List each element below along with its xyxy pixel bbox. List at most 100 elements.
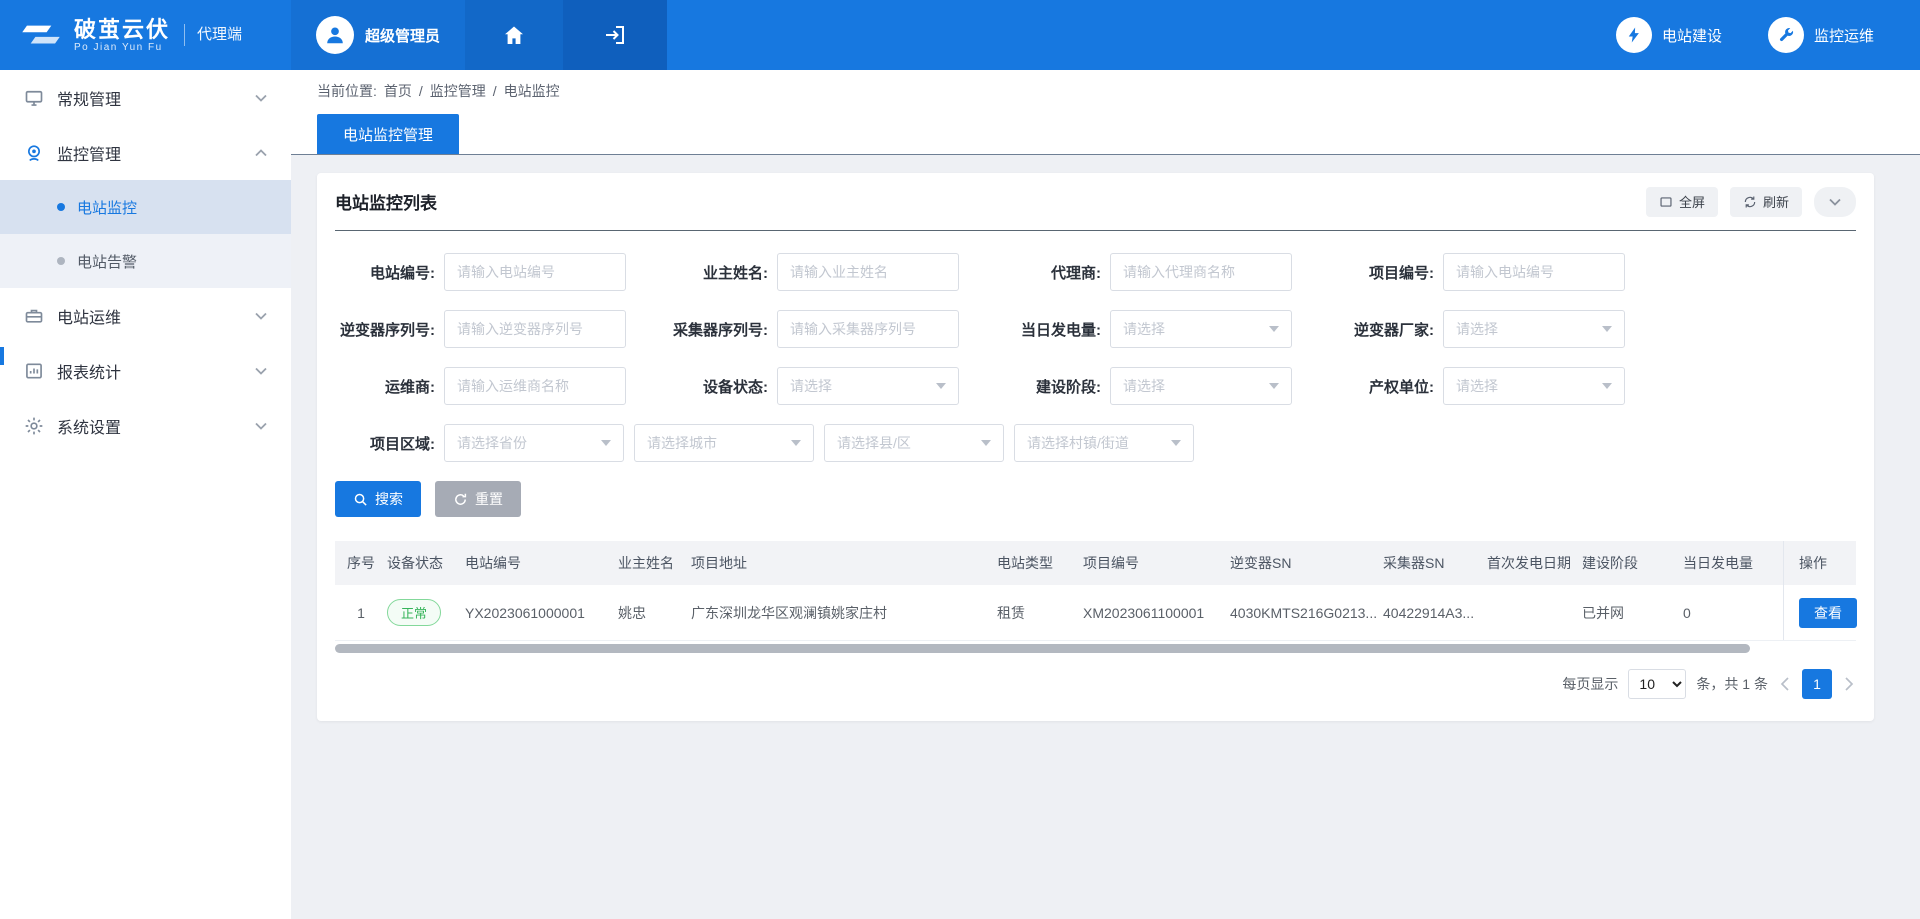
device-status-select[interactable]: 请选择	[777, 367, 959, 405]
cell-index: 1	[335, 605, 387, 621]
agent-input[interactable]	[1110, 253, 1292, 291]
per-page-label: 每页显示	[1562, 674, 1618, 694]
fullscreen-icon	[1659, 195, 1673, 209]
filter-label: 逆变器厂家:	[1334, 319, 1434, 340]
home-button[interactable]	[465, 0, 563, 70]
property-unit-select[interactable]: 请选择	[1443, 367, 1625, 405]
filter-collector-sn: 采集器序列号:	[668, 310, 1001, 348]
owner-name-input[interactable]	[777, 253, 959, 291]
horizontal-scrollbar	[335, 644, 1856, 653]
chevron-down-icon	[936, 383, 946, 389]
search-button[interactable]: 搜索	[335, 481, 421, 517]
sidebar-item-label: 监控管理	[57, 141, 242, 165]
col-header-stage: 建设阶段	[1582, 553, 1683, 573]
prev-page-button[interactable]	[1778, 677, 1792, 691]
cell-owner: 姚忠	[618, 603, 691, 623]
chevron-down-icon	[1829, 198, 1841, 206]
refresh-button[interactable]: 刷新	[1730, 187, 1802, 217]
select-placeholder: 请选择	[1456, 319, 1498, 339]
province-select[interactable]: 请选择省份	[444, 424, 624, 462]
chevron-down-icon	[1602, 383, 1612, 389]
nav-station-construction[interactable]: 电站建设	[1616, 0, 1722, 70]
daily-power-select[interactable]: 请选择	[1110, 310, 1292, 348]
fullscreen-button[interactable]: 全屏	[1646, 187, 1718, 217]
page-body: 电站监控列表 全屏 刷新	[291, 155, 1920, 721]
collapse-button[interactable]	[1814, 187, 1856, 217]
cell-stage: 已并网	[1582, 603, 1683, 623]
city-select[interactable]: 请选择城市	[634, 424, 814, 462]
col-header-status: 设备状态	[387, 553, 465, 573]
bullet-icon	[57, 203, 65, 211]
chevron-right-icon	[1844, 677, 1854, 691]
col-header-collector-sn: 采集器SN	[1383, 553, 1487, 573]
user-menu[interactable]: 超级管理员	[291, 0, 465, 70]
sidebar-item-station-ops[interactable]: 电站运维	[0, 288, 291, 343]
filter-panel: 电站编号: 业主姓名: 代理商: 项目编号:	[335, 231, 1856, 517]
build-stage-select[interactable]: 请选择	[1110, 367, 1292, 405]
report-chart-icon	[24, 361, 44, 381]
filter-daily-power: 当日发电量: 请选择	[1001, 310, 1334, 348]
view-button[interactable]: 查看	[1799, 598, 1857, 628]
collector-sn-input[interactable]	[777, 310, 959, 348]
filter-label: 业主姓名:	[668, 262, 768, 283]
breadcrumb-item-home[interactable]: 首页	[384, 81, 412, 101]
wrench-icon	[1768, 17, 1804, 53]
nav-link-label: 电站建设	[1662, 25, 1722, 46]
station-no-input[interactable]	[444, 253, 626, 291]
inverter-vendor-select[interactable]: 请选择	[1443, 310, 1625, 348]
page-title: 电站监控列表	[335, 189, 437, 214]
sidebar-item-station-alarm[interactable]: 电站告警	[0, 234, 291, 288]
sidebar-item-settings[interactable]: 系统设置	[0, 398, 291, 453]
top-header: 破茧云伏 Po Jian Yun Fu 代理端 超级管理员	[0, 0, 1920, 70]
filter-label: 项目区域:	[335, 433, 435, 454]
main-content: 当前位置: 首页 / 监控管理 / 电站监控 电站监控管理 电站监控列表 全屏	[291, 70, 1920, 919]
page-size-select[interactable]: 10	[1628, 669, 1686, 699]
cell-daily-power: 0	[1683, 605, 1783, 621]
town-select[interactable]: 请选择村镇/街道	[1014, 424, 1194, 462]
chevron-down-icon	[255, 422, 267, 430]
breadcrumb-item-monitoring[interactable]: 监控管理	[430, 81, 486, 101]
nav-monitor-ops[interactable]: 监控运维	[1768, 0, 1874, 70]
logo-text: 破茧云伏 Po Jian Yun Fu	[74, 18, 170, 53]
filter-ops-vendor: 运维商:	[335, 367, 668, 405]
cell-project-no: XM2023061100001	[1083, 605, 1230, 621]
col-header-type: 电站类型	[997, 553, 1083, 573]
county-select[interactable]: 请选择县/区	[824, 424, 1004, 462]
sidebar-item-reports[interactable]: 报表统计	[0, 343, 291, 398]
filter-station-no: 电站编号:	[335, 253, 668, 291]
cell-collector-sn: 40422914A3...	[1383, 605, 1487, 621]
filter-row-region: 项目区域: 请选择省份 请选择城市	[335, 424, 1856, 462]
cell-address: 广东深圳龙华区观澜镇姚家庄村	[691, 603, 997, 623]
breadcrumb-item-station-monitor[interactable]: 电站监控	[504, 81, 560, 101]
monitor-icon	[24, 88, 44, 108]
col-header-actions: 操作	[1783, 541, 1857, 585]
table-header-row: 序号 设备状态 电站编号 业主姓名 项目地址 电站类型 项目编号 逆变器SN 采…	[335, 541, 1856, 585]
scrollbar-thumb[interactable]	[335, 644, 1750, 653]
filter-label: 采集器序列号:	[668, 319, 768, 340]
filter-label: 电站编号:	[335, 262, 435, 283]
sidebar-scroll-indicator	[0, 347, 4, 365]
sidebar-item-label: 常规管理	[57, 86, 242, 110]
next-page-button[interactable]	[1842, 677, 1856, 691]
select-placeholder: 请选择村镇/街道	[1027, 433, 1129, 453]
sidebar-item-general[interactable]: 常规管理	[0, 70, 291, 125]
select-placeholder: 请选择	[1123, 319, 1165, 339]
chevron-down-icon	[1269, 383, 1279, 389]
tab-station-monitor-management[interactable]: 电站监控管理	[317, 114, 459, 154]
page-number-1[interactable]: 1	[1802, 669, 1832, 699]
logout-button[interactable]	[563, 0, 667, 70]
select-placeholder: 请选择	[790, 376, 832, 396]
sidebar-subitem-label: 电站告警	[77, 251, 137, 272]
sidebar-submenu-monitoring: 电站监控 电站告警	[0, 180, 291, 288]
inverter-sn-input[interactable]	[444, 310, 626, 348]
sidebar-item-monitoring[interactable]: 监控管理	[0, 125, 291, 180]
col-header-address: 项目地址	[691, 553, 997, 573]
select-placeholder: 请选择县/区	[837, 433, 911, 453]
project-no-input[interactable]	[1443, 253, 1625, 291]
camera-icon	[24, 143, 44, 163]
sidebar-item-station-monitor[interactable]: 电站监控	[0, 180, 291, 234]
reset-button[interactable]: 重置	[435, 481, 521, 517]
ops-vendor-input[interactable]	[444, 367, 626, 405]
tab-bar: 电站监控管理	[291, 111, 1920, 155]
breadcrumb-separator: /	[419, 83, 423, 99]
